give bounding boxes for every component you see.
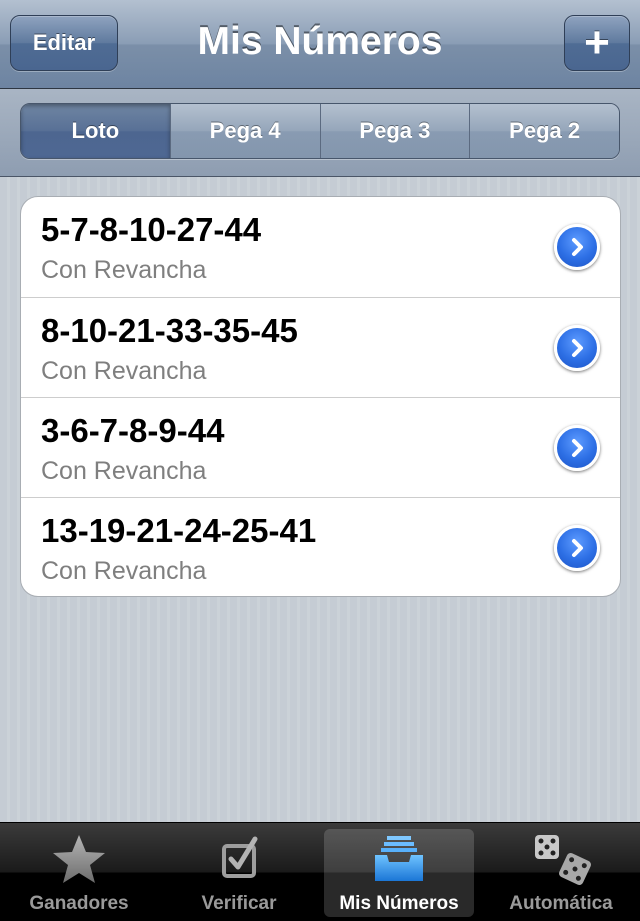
chevron-right-icon[interactable] — [554, 425, 600, 471]
row-detail: Con Revancha — [41, 557, 207, 585]
inbox-tray-icon — [375, 836, 423, 881]
tab-mis-numeros[interactable]: Mis Números — [324, 829, 474, 917]
star-icon — [53, 835, 105, 883]
segment-pega-2[interactable]: Pega 2 — [469, 104, 619, 158]
edit-button[interactable]: Editar — [10, 15, 118, 71]
segment-pega-4[interactable]: Pega 4 — [169, 104, 320, 158]
table-row[interactable]: 8-10-21-33-35-45 Con Revancha — [21, 297, 620, 397]
navigation-bar: Mis Números Editar + — [0, 0, 640, 89]
tab-label: Automática — [509, 893, 613, 914]
row-numbers: 3-6-7-8-9-44 — [41, 412, 225, 449]
tab-label: Mis Números — [339, 893, 459, 914]
tab-automatica[interactable]: Automática — [486, 829, 636, 917]
chevron-right-icon[interactable] — [554, 525, 600, 571]
segment-loto[interactable]: Loto — [21, 104, 170, 158]
chevron-right-icon[interactable] — [554, 224, 600, 270]
game-selector-toolbar: Loto Pega 4 Pega 3 Pega 2 — [0, 89, 640, 177]
game-segmented-control: Loto Pega 4 Pega 3 Pega 2 — [20, 103, 620, 159]
add-button[interactable]: + — [564, 15, 630, 71]
tab-ganadores[interactable]: Ganadores — [4, 829, 154, 917]
row-numbers: 13-19-21-24-25-41 — [41, 512, 317, 549]
table-row[interactable]: 3-6-7-8-9-44 Con Revancha — [21, 397, 620, 497]
tab-bar: Ganadores Verificar Mis Números Automáti… — [0, 822, 640, 921]
table-row[interactable]: 5-7-8-10-27-44 Con Revancha — [21, 197, 620, 297]
numbers-table: 5-7-8-10-27-44 Con Revancha 8-10-21-33-3… — [20, 196, 621, 597]
dice-icon — [535, 835, 591, 885]
row-detail: Con Revancha — [41, 457, 207, 485]
checkbox-icon — [222, 836, 258, 878]
tab-label: Ganadores — [29, 893, 129, 914]
tab-label: Verificar — [201, 893, 277, 914]
table-row[interactable]: 13-19-21-24-25-41 Con Revancha — [21, 497, 620, 596]
tab-verificar[interactable]: Verificar — [164, 829, 314, 917]
chevron-right-icon[interactable] — [554, 325, 600, 371]
row-detail: Con Revancha — [41, 357, 207, 385]
row-detail: Con Revancha — [41, 256, 207, 284]
segment-pega-3[interactable]: Pega 3 — [319, 104, 470, 158]
row-numbers: 8-10-21-33-35-45 — [41, 312, 298, 349]
row-numbers: 5-7-8-10-27-44 — [41, 211, 262, 248]
